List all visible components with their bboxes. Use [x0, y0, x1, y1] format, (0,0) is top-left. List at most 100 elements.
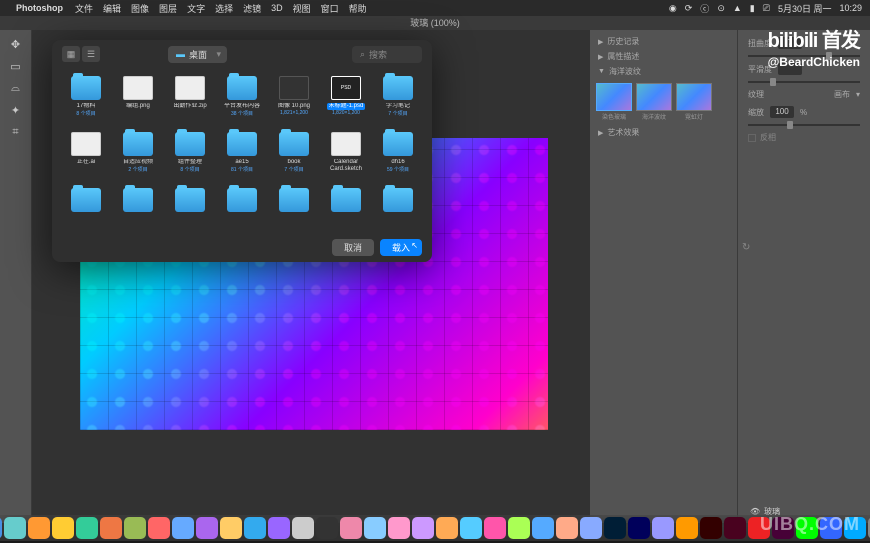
dock-app[interactable]	[268, 517, 290, 539]
file-item[interactable]: 17物料8 个项目	[60, 72, 112, 128]
menu-select[interactable]: 选择	[215, 2, 233, 15]
dock-app[interactable]	[412, 517, 434, 539]
status-icon[interactable]: ⓒ	[700, 2, 709, 15]
tool-marquee[interactable]: ▭	[4, 56, 28, 76]
file-item[interactable]	[268, 184, 320, 228]
file-item[interactable]: ae1581 个项目	[216, 128, 268, 184]
dock-app[interactable]	[196, 517, 218, 539]
accordion-styles[interactable]: ▶属性描述	[594, 49, 733, 64]
app-name[interactable]: Photoshop	[16, 3, 63, 13]
dock-app[interactable]	[508, 517, 530, 539]
menu-type[interactable]: 文字	[187, 2, 205, 15]
dock-app[interactable]	[4, 517, 26, 539]
menu-file[interactable]: 文件	[75, 2, 93, 15]
dock-app[interactable]	[436, 517, 458, 539]
accordion-ocean[interactable]: ▼海洋波纹	[594, 64, 733, 79]
dock-app[interactable]	[244, 517, 266, 539]
menubar-time[interactable]: 10:29	[839, 3, 862, 13]
file-item[interactable]: 出勤作业.zip	[164, 72, 216, 128]
control-center-icon[interactable]: ⎚	[763, 3, 770, 14]
dock-app[interactable]	[676, 517, 698, 539]
filter-thumb[interactable]: 染色玻璃	[596, 83, 632, 121]
file-item[interactable]	[60, 184, 112, 228]
menu-view[interactable]: 视图	[293, 2, 311, 15]
menu-edit[interactable]: 编辑	[103, 2, 121, 15]
dock-app[interactable]	[220, 517, 242, 539]
dock-app[interactable]	[460, 517, 482, 539]
smoothness-slider[interactable]	[748, 81, 860, 83]
dock-app[interactable]	[628, 517, 650, 539]
menu-help[interactable]: 帮助	[349, 2, 367, 15]
file-item[interactable]	[372, 184, 424, 228]
file-item[interactable]: book7 个项目	[268, 128, 320, 184]
dock-app[interactable]	[292, 517, 314, 539]
dock-app[interactable]	[604, 517, 626, 539]
wifi-icon[interactable]: ▲	[733, 3, 742, 13]
menu-3d[interactable]: 3D	[271, 3, 283, 13]
dock-app[interactable]	[172, 517, 194, 539]
tool-lasso[interactable]: ⌓	[4, 78, 28, 98]
view-icon-button[interactable]: ▦	[62, 46, 80, 62]
dock-app[interactable]	[580, 517, 602, 539]
file-item[interactable]	[112, 184, 164, 228]
file-item[interactable]: 正在.ai	[60, 128, 112, 184]
scaling-value[interactable]: 100	[770, 106, 794, 118]
file-item[interactable]: PSD未标题-1.psd1,820×1,200	[320, 72, 372, 128]
filter-thumb[interactable]: 海洋波纹	[636, 83, 672, 121]
scaling-slider[interactable]	[748, 124, 860, 126]
dock-app[interactable]	[76, 517, 98, 539]
menu-window[interactable]: 窗口	[321, 2, 339, 15]
file-item[interactable]: 平台发布内容38 个项目	[216, 72, 268, 128]
file-item[interactable]	[164, 184, 216, 228]
reset-icon[interactable]: ↻	[742, 242, 750, 253]
texture-menu-icon[interactable]: ▾	[856, 90, 860, 99]
menubar-date[interactable]: 5月30日 周一	[778, 2, 832, 15]
search-input[interactable]: ⌕搜索	[352, 46, 422, 63]
dock-app[interactable]	[52, 517, 74, 539]
file-item[interactable]: 组件整理8 个项目	[164, 128, 216, 184]
dock-app[interactable]	[124, 517, 146, 539]
cancel-button[interactable]: 取消	[332, 239, 374, 256]
location-dropdown[interactable]: ▬桌面	[168, 46, 227, 63]
menu-filter[interactable]: 滤镜	[243, 2, 261, 15]
accordion-artistic[interactable]: ▶艺术效果	[594, 125, 733, 140]
battery-icon[interactable]: ▮	[750, 3, 755, 14]
dock-app[interactable]	[316, 517, 338, 539]
menu-layer[interactable]: 图层	[159, 2, 177, 15]
file-item[interactable]: 自适应视频2 个项目	[112, 128, 164, 184]
dock-app[interactable]	[652, 517, 674, 539]
menu-image[interactable]: 图像	[131, 2, 149, 15]
dock-app[interactable]	[364, 517, 386, 539]
file-meta: 81 个项目	[231, 166, 253, 173]
invert-checkbox[interactable]	[748, 134, 756, 142]
status-icon[interactable]: ⟳	[685, 3, 693, 14]
dock-app[interactable]	[724, 517, 746, 539]
dock-app[interactable]	[556, 517, 578, 539]
file-item[interactable]: 编组.png	[112, 72, 164, 128]
tool-crop[interactable]: ⌗	[4, 122, 28, 142]
status-icon[interactable]: ◉	[669, 3, 677, 14]
texture-value[interactable]: 画布	[834, 89, 850, 100]
file-item[interactable]: 图像 10.png1,821×1,200	[268, 72, 320, 128]
file-item[interactable]: 学习笔记7 个项目	[372, 72, 424, 128]
status-icon[interactable]: ⊙	[717, 3, 725, 14]
accordion-history[interactable]: ▶历史记录	[594, 34, 733, 49]
dock-app[interactable]	[532, 517, 554, 539]
dock-app[interactable]	[28, 517, 50, 539]
file-item[interactable]: Calendar Card.sketch	[320, 128, 372, 184]
file-item[interactable]	[320, 184, 372, 228]
dock-app[interactable]	[388, 517, 410, 539]
dock-app[interactable]	[0, 517, 2, 539]
file-item[interactable]	[216, 184, 268, 228]
dock-app[interactable]	[148, 517, 170, 539]
dock-app[interactable]	[484, 517, 506, 539]
dock-app[interactable]	[340, 517, 362, 539]
file-item[interactable]: dh1659 个项目	[372, 128, 424, 184]
dock-app[interactable]	[700, 517, 722, 539]
tool-wand[interactable]: ✦	[4, 100, 28, 120]
view-list-button[interactable]: ☰	[82, 46, 100, 62]
open-button[interactable]: 载入↖	[380, 239, 422, 256]
dock-app[interactable]	[100, 517, 122, 539]
filter-thumb[interactable]: 霓虹灯	[676, 83, 712, 121]
tool-move[interactable]: ✥	[4, 34, 28, 54]
